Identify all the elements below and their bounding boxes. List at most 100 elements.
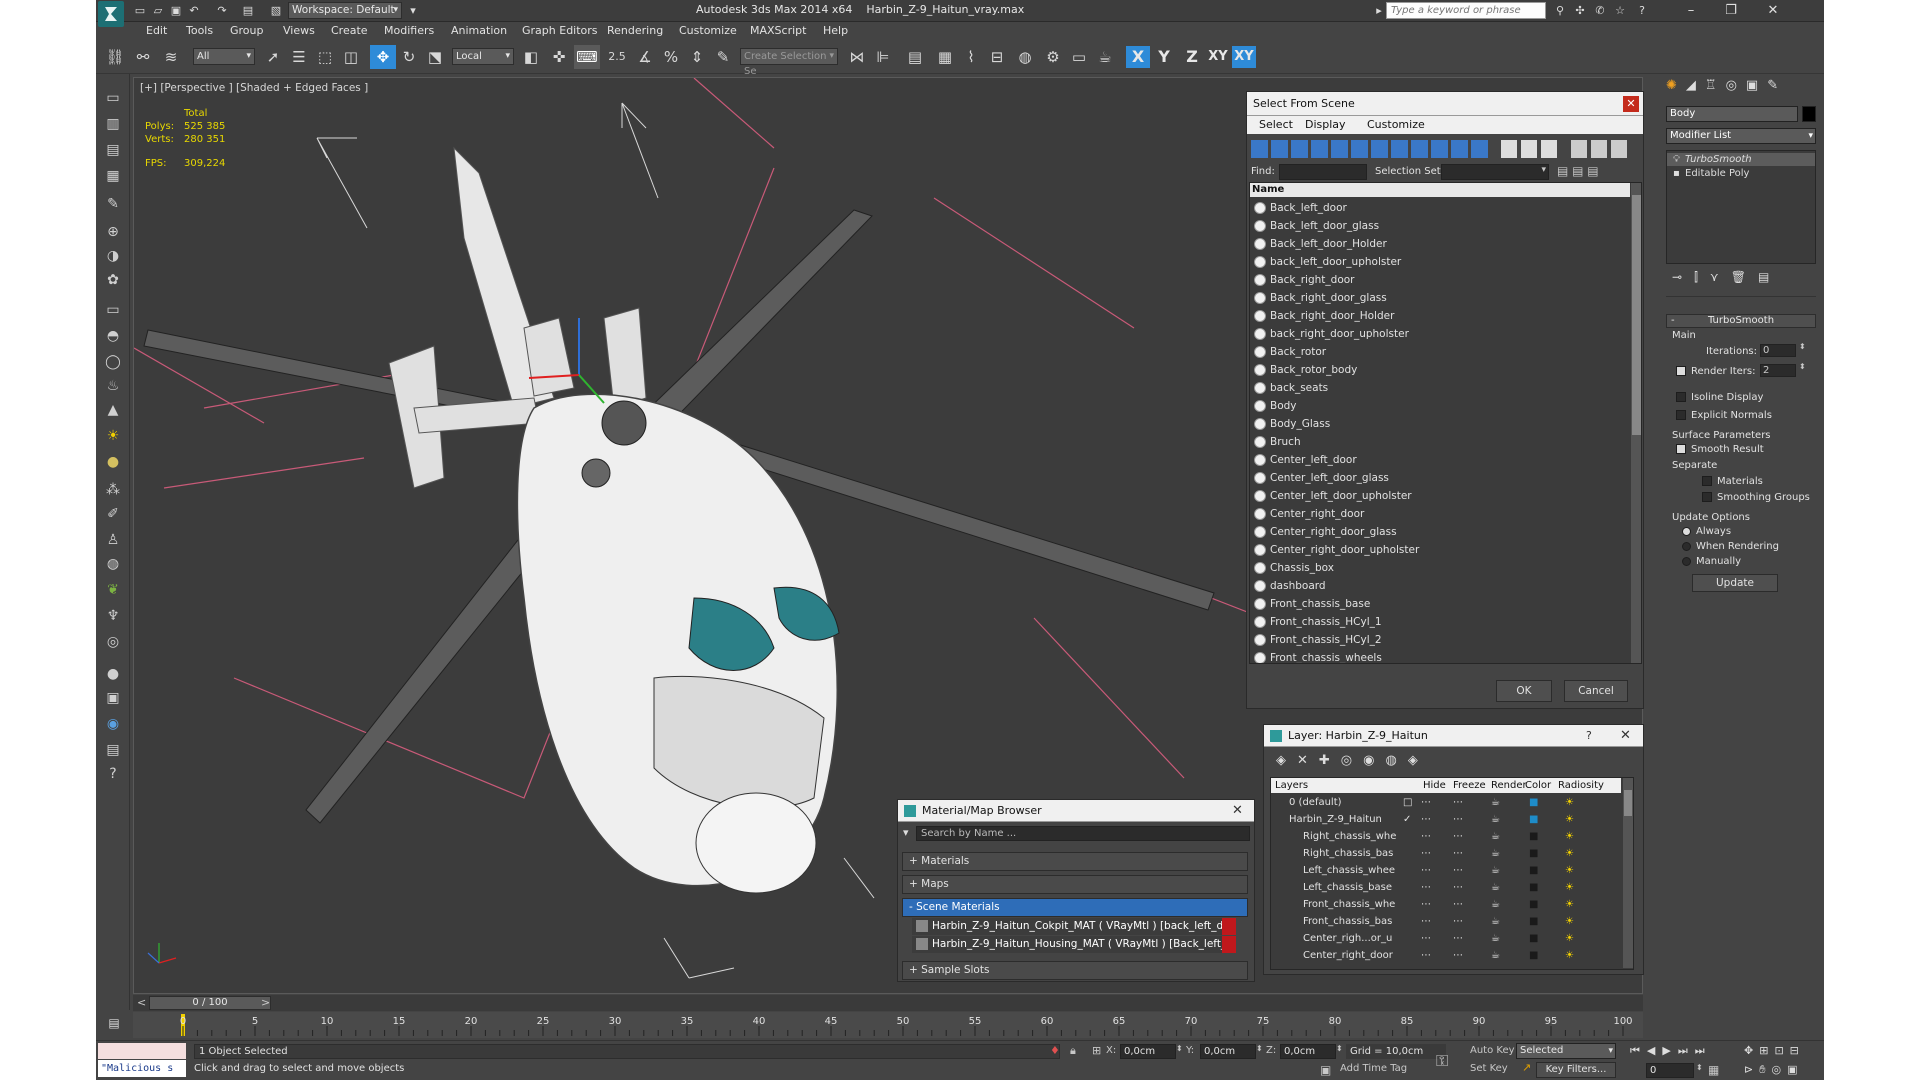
stack-tools[interactable]: ⊸⫿⋎🗑︎▤ xyxy=(1672,270,1781,285)
lt-plane-icon[interactable]: ▥ xyxy=(101,114,125,134)
save-file-icon[interactable]: ▣ xyxy=(168,3,184,18)
layer-col-color[interactable]: Color xyxy=(1525,778,1551,793)
layer-color-swatch[interactable]: ■ xyxy=(1529,828,1538,845)
menu-modifiers[interactable]: Modifiers xyxy=(384,24,434,37)
render-toggle-icon[interactable]: ☕ xyxy=(1491,794,1500,811)
hide-toggle-icon[interactable]: ⋯ xyxy=(1421,811,1431,828)
render-iters-row[interactable]: Render Iters: xyxy=(1676,366,1756,377)
scene-item[interactable]: Center_left_door xyxy=(1250,451,1630,469)
hide-toggle-icon[interactable]: ⋯ xyxy=(1421,879,1431,896)
search-expand-icon[interactable]: ▸ xyxy=(1371,3,1387,18)
help-icon[interactable]: ? xyxy=(1634,3,1650,18)
close-icon[interactable]: ✕ xyxy=(1623,96,1639,112)
layer-manager-icon[interactable]: ▤ xyxy=(902,45,928,69)
hide-toggle-icon[interactable]: ⋯ xyxy=(1421,930,1431,947)
menu-tools[interactable]: Tools xyxy=(186,24,213,37)
lt-cloth-icon[interactable]: ◎ xyxy=(101,632,125,652)
layer-color-swatch[interactable]: ■ xyxy=(1529,794,1538,811)
update-rendering-radio[interactable] xyxy=(1682,541,1691,551)
favorites-icon[interactable]: ☆ xyxy=(1612,3,1628,18)
orbit-icon[interactable]: ◎ xyxy=(1772,1063,1788,1076)
scene-item[interactable]: Back_right_door xyxy=(1250,271,1630,289)
lt-layers-icon[interactable]: ▤ xyxy=(101,140,125,160)
spinner-arrows-icon[interactable]: ⬍ xyxy=(1256,1044,1263,1053)
utilities-tab-icon[interactable]: ✎ xyxy=(1767,78,1787,93)
layer-col-freeze[interactable]: Freeze xyxy=(1453,778,1486,793)
spinner-arrows-icon[interactable]: ⬍ xyxy=(1176,1044,1183,1053)
layer-col-layers[interactable]: Layers xyxy=(1275,778,1308,793)
lt-sphere-icon[interactable]: ▭ xyxy=(101,300,125,320)
active-layer-check-icon[interactable]: ✓ xyxy=(1403,811,1411,828)
scene-item[interactable]: Back_left_door_Holder xyxy=(1250,235,1630,253)
menu-create[interactable]: Create xyxy=(331,24,368,37)
spinner-snap-icon[interactable]: ⇕ xyxy=(684,45,710,69)
lt-ball-icon[interactable]: ● xyxy=(101,452,125,472)
scene-item[interactable]: Back_rotor_body xyxy=(1250,361,1630,379)
sfs-cancel-button[interactable]: Cancel xyxy=(1564,680,1628,702)
select-manipulate-icon[interactable]: ✜ xyxy=(546,45,572,69)
lt-material-icon[interactable]: ● xyxy=(101,664,125,684)
menu-edit[interactable]: Edit xyxy=(146,24,167,37)
rect-selection-icon[interactable]: ⬚ xyxy=(312,45,338,69)
smooth-result-row[interactable]: Smooth Result xyxy=(1676,444,1764,455)
menu-customize[interactable]: Customize xyxy=(679,24,737,37)
lt-help-icon[interactable]: ? xyxy=(101,764,125,784)
hold-icon[interactable]: ▤ xyxy=(240,3,256,18)
current-layer-icon[interactable]: □ xyxy=(1403,794,1412,811)
sep-materials-checkbox[interactable] xyxy=(1702,476,1712,486)
time-config-icon[interactable]: ▦ xyxy=(1708,1063,1719,1077)
lt-hemisphere-icon[interactable]: ◓ xyxy=(101,326,125,346)
snap-toggle-icon[interactable]: 2.5 xyxy=(604,45,630,69)
scene-item[interactable]: Center_left_door_glass xyxy=(1250,469,1630,487)
scene-item[interactable]: Front_chassis_base xyxy=(1250,595,1630,613)
layer-toolbar-icons[interactable]: ◈✕✚◎◉◍◈ xyxy=(1276,753,1429,768)
render-toggle-icon[interactable]: ☕ xyxy=(1491,879,1500,896)
make-unique-icon[interactable]: ⋎ xyxy=(1710,270,1731,284)
new-file-icon[interactable]: ▭ xyxy=(132,3,148,18)
scene-item[interactable]: Back_right_door_Holder xyxy=(1250,307,1630,325)
align-icon[interactable]: ⊫ xyxy=(870,45,896,69)
app-logo-icon[interactable] xyxy=(98,1,124,27)
hide-toggle-icon[interactable]: ⋯ xyxy=(1421,794,1431,811)
prev-key-icon[interactable]: ◀︎ xyxy=(1647,1044,1662,1057)
prev-frame-arrow-icon[interactable]: < xyxy=(137,996,146,1009)
layer-scrollbar[interactable] xyxy=(1623,778,1633,968)
lt-light-icon[interactable]: ✎ xyxy=(101,194,125,214)
goto-start-icon[interactable]: ⏮︎ xyxy=(1630,1044,1647,1057)
scene-item[interactable]: Back_right_door_glass xyxy=(1250,289,1630,307)
radiosity-icon[interactable]: ☀ xyxy=(1565,947,1574,964)
layer-row[interactable]: Center_righ...or_u ⋯ ⋯ ☕ ■ ☀ xyxy=(1271,930,1621,947)
menu-animation[interactable]: Animation xyxy=(451,24,507,37)
layer-col-render[interactable]: Render xyxy=(1491,778,1527,793)
spinner-arrows-icon[interactable]: ⬍ xyxy=(1336,1044,1343,1053)
reference-coord-dropdown[interactable]: Local xyxy=(452,48,514,65)
axis-x-button[interactable]: X xyxy=(1126,46,1150,68)
scene-item[interactable]: Center_right_door_upholster xyxy=(1250,541,1630,559)
maxscript-mini-listener[interactable] xyxy=(98,1043,186,1059)
update-always-radio[interactable] xyxy=(1682,526,1691,536)
spinner-arrows-icon[interactable]: ⬍ xyxy=(1799,342,1806,351)
auto-key-button[interactable]: Auto Key xyxy=(1470,1045,1515,1056)
group-maps[interactable]: + Maps xyxy=(902,875,1248,894)
angle-snap-icon[interactable]: ∡ xyxy=(632,45,658,69)
radiosity-icon[interactable]: ☀ xyxy=(1565,845,1574,862)
key-mode-dropdown[interactable]: Selected ▾ xyxy=(1516,1043,1616,1059)
isolate-icon[interactable]: ♦ xyxy=(1050,1044,1060,1057)
current-frame-input[interactable]: 0 xyxy=(1646,1063,1694,1078)
lt-globe-icon[interactable]: ◍ xyxy=(101,554,125,574)
layer-color-swatch[interactable]: ■ xyxy=(1529,913,1538,930)
layer-col-hide[interactable]: Hide xyxy=(1423,778,1446,793)
sfs-scrollbar[interactable] xyxy=(1631,183,1641,663)
viewport-nav-controls-2[interactable]: ⊳✋︎◎▣ xyxy=(1744,1063,1804,1077)
sfs-column-name[interactable]: Name xyxy=(1250,183,1630,197)
object-color-swatch[interactable] xyxy=(1802,106,1816,122)
keyboard-shortcut-icon[interactable]: ⌨ xyxy=(574,45,600,69)
maxscript-output[interactable]: "Malicious s xyxy=(98,1060,186,1077)
menu-help[interactable]: Help xyxy=(823,24,848,37)
keyword-search-input[interactable]: Type a keyword or phrase xyxy=(1386,2,1546,19)
filter-icons-geometry[interactable] xyxy=(1251,140,1491,158)
goto-end-icon[interactable]: ⏭︎ xyxy=(1695,1044,1712,1057)
radiosity-icon[interactable]: ☀ xyxy=(1565,794,1574,811)
playback-controls[interactable]: ⏮︎◀︎▶︎⏭︎⏭︎ xyxy=(1630,1044,1712,1058)
lt-capsule-icon[interactable]: ◑ xyxy=(101,246,125,266)
